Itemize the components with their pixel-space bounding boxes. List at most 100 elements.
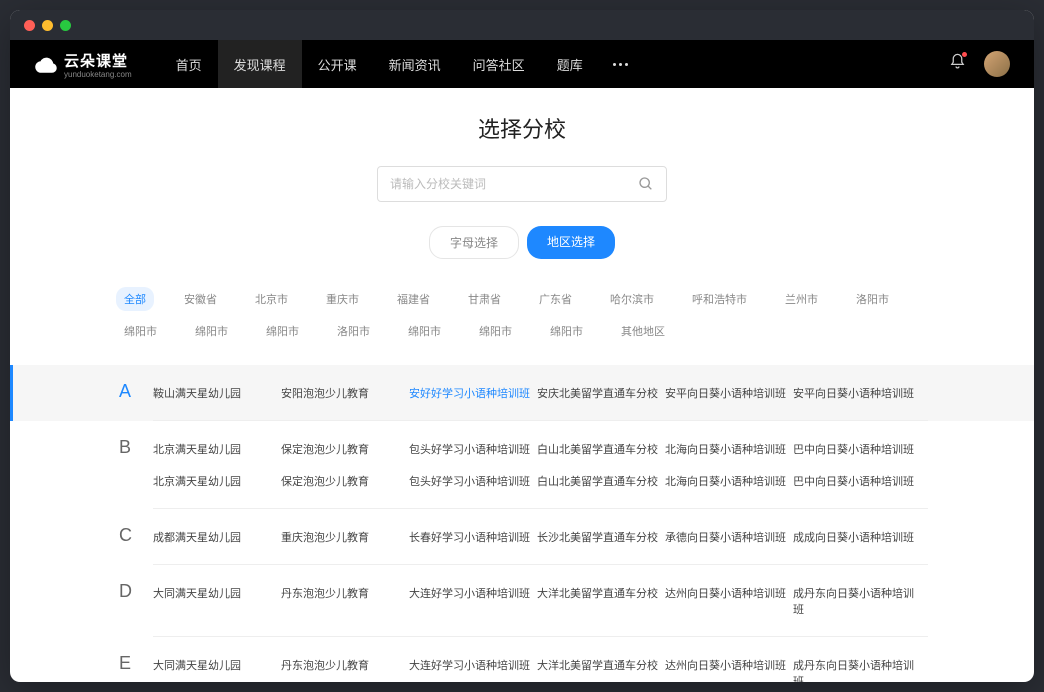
filter-item[interactable]: 其他地区 bbox=[613, 319, 673, 343]
tab-alphabet[interactable]: 字母选择 bbox=[429, 226, 519, 259]
nav-more-button[interactable] bbox=[599, 63, 642, 66]
school-link[interactable]: 成成向日葵小语种培训班 bbox=[793, 521, 921, 553]
filter-item[interactable]: 绵阳市 bbox=[400, 319, 449, 343]
school-link[interactable]: 达州向日葵小语种培训班 bbox=[665, 649, 793, 682]
letter-row-D: D大同满天星幼儿园丹东泡泡少儿教育大连好学习小语种培训班大洋北美留学直通车分校达… bbox=[10, 565, 1034, 637]
school-list: A鞍山满天星幼儿园安阳泡泡少儿教育安好好学习小语种培训班安庆北美留学直通车分校安… bbox=[10, 365, 1034, 682]
school-link[interactable]: 大连好学习小语种培训班 bbox=[409, 577, 537, 625]
school-link[interactable]: 长春好学习小语种培训班 bbox=[409, 521, 537, 553]
close-window-button[interactable] bbox=[24, 20, 35, 31]
user-avatar[interactable] bbox=[984, 51, 1010, 77]
filter-item[interactable]: 福建省 bbox=[389, 287, 438, 311]
filter-item[interactable]: 绵阳市 bbox=[471, 319, 520, 343]
school-link[interactable]: 巴中向日葵小语种培训班 bbox=[793, 465, 921, 497]
maximize-window-button[interactable] bbox=[60, 20, 71, 31]
main-nav: 首页发现课程公开课新闻资讯问答社区题库 bbox=[160, 40, 599, 88]
nav-item-3[interactable]: 新闻资讯 bbox=[373, 40, 457, 88]
filter-item[interactable]: 兰州市 bbox=[777, 287, 826, 311]
school-link[interactable]: 巴中向日葵小语种培训班 bbox=[793, 433, 921, 465]
school-group: 大同满天星幼儿园丹东泡泡少儿教育大连好学习小语种培训班大洋北美留学直通车分校达州… bbox=[153, 565, 928, 637]
letter-row-C: C成都满天星幼儿园重庆泡泡少儿教育长春好学习小语种培训班长沙北美留学直通车分校承… bbox=[10, 509, 1034, 565]
school-link[interactable]: 安平向日葵小语种培训班 bbox=[665, 377, 793, 409]
school-link[interactable]: 保定泡泡少儿教育 bbox=[281, 465, 409, 497]
school-link[interactable]: 长沙北美留学直通车分校 bbox=[537, 521, 665, 553]
school-link[interactable]: 安好好学习小语种培训班 bbox=[409, 377, 537, 409]
school-group: 北京满天星幼儿园保定泡泡少儿教育包头好学习小语种培训班白山北美留学直通车分校北海… bbox=[153, 421, 928, 509]
filter-item[interactable]: 安徽省 bbox=[176, 287, 225, 311]
nav-item-2[interactable]: 公开课 bbox=[302, 40, 373, 88]
filter-item[interactable]: 哈尔滨市 bbox=[602, 287, 662, 311]
filter-item[interactable]: 全部 bbox=[116, 287, 154, 311]
filter-item[interactable]: 绵阳市 bbox=[116, 319, 165, 343]
window-titlebar bbox=[10, 10, 1034, 40]
search-input[interactable] bbox=[390, 177, 638, 191]
filter-item[interactable]: 北京市 bbox=[247, 287, 296, 311]
school-link[interactable]: 大洋北美留学直通车分校 bbox=[537, 649, 665, 682]
search-icon bbox=[638, 176, 654, 192]
school-link[interactable]: 成丹东向日葵小语种培训班 bbox=[793, 577, 921, 625]
filter-item[interactable]: 甘肃省 bbox=[460, 287, 509, 311]
school-link[interactable]: 北海向日葵小语种培训班 bbox=[665, 433, 793, 465]
notification-bell[interactable] bbox=[949, 53, 966, 75]
school-link[interactable]: 包头好学习小语种培训班 bbox=[409, 465, 537, 497]
school-link[interactable]: 北京满天星幼儿园 bbox=[153, 465, 281, 497]
letter-heading: B bbox=[119, 421, 153, 458]
main-content: 选择分校 字母选择 地区选择 全部安徽省北京市重庆市福建省甘肃省广东省哈尔滨市呼… bbox=[10, 88, 1034, 682]
notification-dot bbox=[962, 52, 967, 57]
school-link[interactable]: 安阳泡泡少儿教育 bbox=[281, 377, 409, 409]
selection-tabs: 字母选择 地区选择 bbox=[10, 226, 1034, 259]
school-link[interactable]: 保定泡泡少儿教育 bbox=[281, 433, 409, 465]
nav-item-1[interactable]: 发现课程 bbox=[218, 40, 302, 88]
school-link[interactable]: 成都满天星幼儿园 bbox=[153, 521, 281, 553]
school-link[interactable]: 白山北美留学直通车分校 bbox=[537, 433, 665, 465]
minimize-window-button[interactable] bbox=[42, 20, 53, 31]
brand-subtitle: yunduoketang.com bbox=[64, 70, 132, 79]
filter-item[interactable]: 广东省 bbox=[531, 287, 580, 311]
filter-item[interactable]: 绵阳市 bbox=[542, 319, 591, 343]
school-link[interactable]: 承德向日葵小语种培训班 bbox=[665, 521, 793, 553]
nav-item-0[interactable]: 首页 bbox=[160, 40, 218, 88]
nav-item-5[interactable]: 题库 bbox=[541, 40, 599, 88]
filter-item[interactable]: 重庆市 bbox=[318, 287, 367, 311]
letter-heading: C bbox=[119, 509, 153, 546]
school-link[interactable]: 大同满天星幼儿园 bbox=[153, 649, 281, 682]
region-filters: 全部安徽省北京市重庆市福建省甘肃省广东省哈尔滨市呼和浩特市兰州市洛阳市绵阳市绵阳… bbox=[10, 287, 1034, 343]
school-group: 鞍山满天星幼儿园安阳泡泡少儿教育安好好学习小语种培训班安庆北美留学直通车分校安平… bbox=[153, 365, 928, 421]
letter-row-E: E大同满天星幼儿园丹东泡泡少儿教育大连好学习小语种培训班大洋北美留学直通车分校达… bbox=[10, 637, 1034, 682]
tab-region[interactable]: 地区选择 bbox=[527, 226, 615, 259]
letter-row-A: A鞍山满天星幼儿园安阳泡泡少儿教育安好好学习小语种培训班安庆北美留学直通车分校安… bbox=[10, 365, 1034, 421]
letter-row-B: B北京满天星幼儿园保定泡泡少儿教育包头好学习小语种培训班白山北美留学直通车分校北… bbox=[10, 421, 1034, 509]
brand-name: 云朵课堂 bbox=[64, 50, 132, 71]
school-link[interactable]: 安庆北美留学直通车分校 bbox=[537, 377, 665, 409]
school-link[interactable]: 安平向日葵小语种培训班 bbox=[793, 377, 921, 409]
filter-item[interactable]: 洛阳市 bbox=[848, 287, 897, 311]
school-link[interactable]: 包头好学习小语种培训班 bbox=[409, 433, 537, 465]
search-box[interactable] bbox=[377, 166, 667, 202]
brand-logo[interactable]: 云朵课堂 yunduoketang.com bbox=[34, 50, 132, 79]
filter-item[interactable]: 绵阳市 bbox=[187, 319, 236, 343]
school-link[interactable]: 北京满天星幼儿园 bbox=[153, 433, 281, 465]
school-link[interactable]: 达州向日葵小语种培训班 bbox=[665, 577, 793, 625]
school-link[interactable]: 大洋北美留学直通车分校 bbox=[537, 577, 665, 625]
school-link[interactable]: 大连好学习小语种培训班 bbox=[409, 649, 537, 682]
filter-item[interactable]: 呼和浩特市 bbox=[684, 287, 755, 311]
top-header: 云朵课堂 yunduoketang.com 首页发现课程公开课新闻资讯问答社区题… bbox=[10, 40, 1034, 88]
school-group: 大同满天星幼儿园丹东泡泡少儿教育大连好学习小语种培训班大洋北美留学直通车分校达州… bbox=[153, 637, 928, 682]
nav-item-4[interactable]: 问答社区 bbox=[457, 40, 541, 88]
cloud-logo-icon bbox=[34, 52, 58, 76]
app-window: 云朵课堂 yunduoketang.com 首页发现课程公开课新闻资讯问答社区题… bbox=[10, 10, 1034, 682]
school-link[interactable]: 重庆泡泡少儿教育 bbox=[281, 521, 409, 553]
school-link[interactable]: 丹东泡泡少儿教育 bbox=[281, 577, 409, 625]
school-link[interactable]: 北海向日葵小语种培训班 bbox=[665, 465, 793, 497]
letter-heading: D bbox=[119, 565, 153, 602]
school-link[interactable]: 丹东泡泡少儿教育 bbox=[281, 649, 409, 682]
school-group: 成都满天星幼儿园重庆泡泡少儿教育长春好学习小语种培训班长沙北美留学直通车分校承德… bbox=[153, 509, 928, 565]
school-link[interactable]: 鞍山满天星幼儿园 bbox=[153, 377, 281, 409]
school-link[interactable]: 成丹东向日葵小语种培训班 bbox=[793, 649, 921, 682]
school-link[interactable]: 白山北美留学直通车分校 bbox=[537, 465, 665, 497]
school-link[interactable]: 大同满天星幼儿园 bbox=[153, 577, 281, 625]
filter-item[interactable]: 绵阳市 bbox=[258, 319, 307, 343]
letter-heading: E bbox=[119, 637, 153, 674]
letter-heading: A bbox=[119, 365, 153, 402]
filter-item[interactable]: 洛阳市 bbox=[329, 319, 378, 343]
